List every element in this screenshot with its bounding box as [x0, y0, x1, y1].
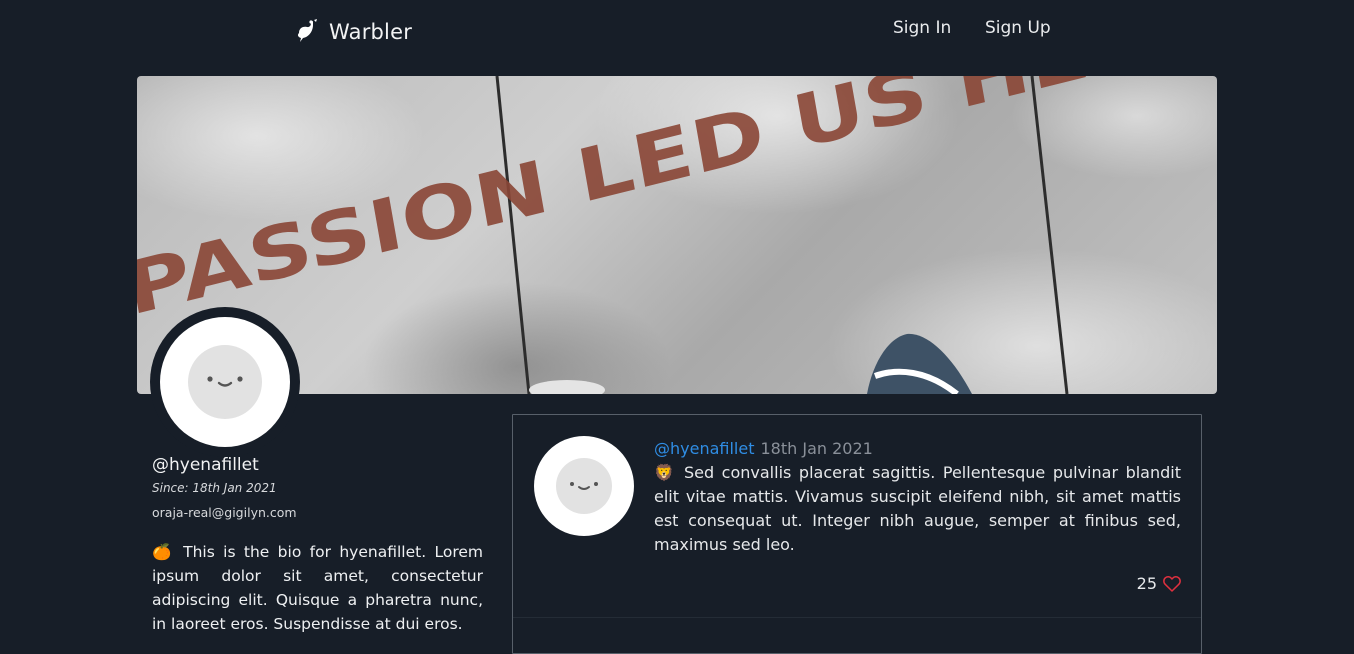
- message-card: @hyenafillet 18th Jan 2021 🦁 Sed convalli…: [512, 414, 1202, 654]
- message-date: 18th Jan 2021: [760, 439, 873, 458]
- profile-join-date: Since: 18th Jan 2021: [152, 481, 277, 495]
- profile-username: @hyenafillet: [152, 455, 259, 475]
- profile-email: oraja-real@gigilyn.com: [152, 505, 297, 520]
- profile-bio: 🍊 This is the bio for hyenafillet. Lorem…: [152, 543, 483, 633]
- heart-outline-icon: [1163, 575, 1181, 592]
- message-avatar[interactable]: [534, 436, 634, 536]
- sign-up-link[interactable]: Sign Up: [985, 16, 1051, 40]
- avatar-face-icon: [188, 345, 262, 419]
- sign-in-link[interactable]: Sign In: [893, 16, 951, 40]
- bird-icon: [295, 19, 319, 45]
- message-header: @hyenafillet 18th Jan 2021: [654, 439, 873, 459]
- navbar: Warbler Sign In Sign Up: [0, 0, 1354, 66]
- message-text: 🦁 Sed convallis placerat sagittis. Pelle…: [654, 463, 1181, 554]
- avatar-face-icon: [556, 458, 612, 514]
- brand-name: Warbler: [329, 20, 413, 44]
- profile-header-image: PASSION LED US HERE: [137, 76, 1217, 394]
- card-divider: [513, 617, 1201, 618]
- like-count: 25: [1136, 574, 1157, 593]
- profile-avatar: [150, 307, 300, 457]
- brand-link[interactable]: Warbler: [295, 16, 412, 48]
- like-button[interactable]: 25: [1137, 574, 1181, 593]
- message-username-link[interactable]: @hyenafillet: [654, 439, 754, 458]
